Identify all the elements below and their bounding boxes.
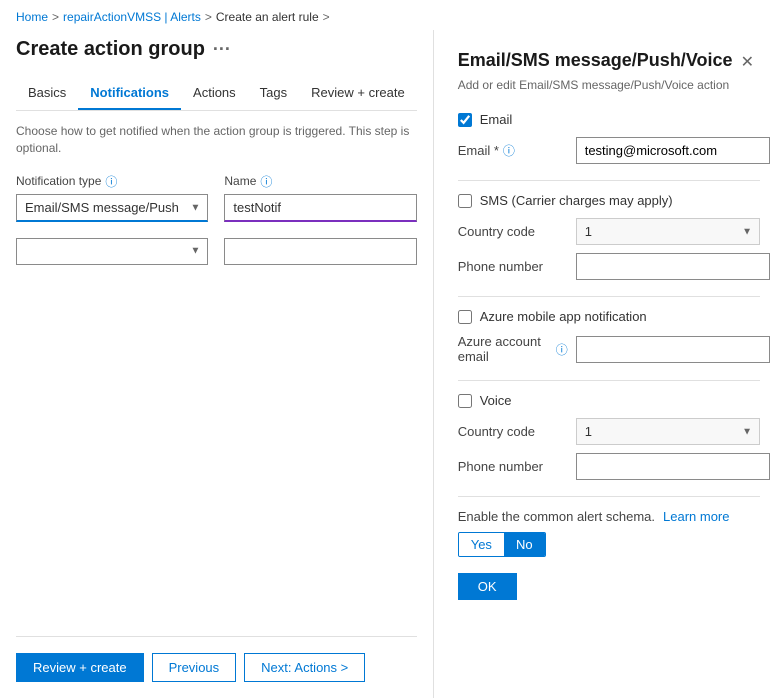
dialog-subtitle: Add or edit Email/SMS message/Push/Voice… (458, 78, 760, 92)
schema-yes-button[interactable]: Yes (459, 533, 504, 556)
second-select-col: ▼ (16, 238, 208, 265)
sms-country-select-wrapper: 1 ▼ (576, 218, 760, 245)
close-button[interactable]: ✕ (735, 50, 760, 74)
schema-no-button[interactable]: No (504, 533, 545, 556)
tab-basics[interactable]: Basics (16, 77, 78, 110)
breadcrumb-sep-3: > (323, 10, 330, 24)
azure-email-info-icon[interactable]: ⓘ (556, 341, 568, 358)
second-select-wrapper: ▼ (16, 238, 208, 265)
voice-country-label: Country code (458, 424, 568, 439)
schema-toggle-group: Yes No (458, 532, 546, 557)
breadcrumb-home[interactable]: Home (16, 10, 48, 24)
sms-checkbox[interactable] (458, 194, 472, 208)
breadcrumb-alerts[interactable]: repairActionVMSS | Alerts (63, 10, 201, 24)
breadcrumb-sep-2: > (205, 10, 212, 24)
azure-email-row: Azure account email ⓘ (458, 334, 760, 364)
tab-notifications[interactable]: Notifications (78, 77, 181, 110)
tab-actions[interactable]: Actions (181, 77, 248, 110)
email-field-row: Email * ⓘ (458, 137, 760, 164)
schema-toggle-row: Enable the common alert schema. Learn mo… (458, 509, 760, 524)
review-create-button[interactable]: Review + create (16, 653, 144, 682)
second-select[interactable] (16, 238, 208, 265)
sms-section: SMS (Carrier charges may apply) Country … (458, 193, 760, 280)
next-actions-button[interactable]: Next: Actions > (244, 653, 365, 682)
voice-phone-input[interactable] (576, 453, 770, 480)
divider-1 (458, 180, 760, 181)
voice-section: Voice Country code 1 ▼ Phone number (458, 393, 760, 480)
schema-toggle-buttons: Yes No (458, 532, 760, 557)
more-options-icon[interactable]: ··· (213, 39, 231, 60)
dialog-panel: Email/SMS message/Push/Voice ✕ Add or ed… (434, 30, 784, 698)
voice-phone-row: Phone number (458, 453, 760, 480)
sms-phone-label: Phone number (458, 259, 568, 274)
tab-tags[interactable]: Tags (248, 77, 299, 110)
voice-country-select[interactable]: 1 (576, 418, 760, 445)
page-title: Create action group ··· (16, 30, 417, 65)
voice-checkbox-label: Voice (480, 393, 512, 408)
email-checkbox[interactable] (458, 113, 472, 127)
divider-3 (458, 380, 760, 381)
azure-app-section: Azure mobile app notification Azure acco… (458, 309, 760, 364)
schema-label: Enable the common alert schema. (458, 509, 655, 524)
voice-country-select-wrapper: 1 ▼ (576, 418, 760, 445)
previous-button[interactable]: Previous (152, 653, 237, 682)
sms-country-label: Country code (458, 224, 568, 239)
name-info-icon[interactable]: ⓘ (260, 173, 272, 190)
sms-checkbox-label: SMS (Carrier charges may apply) (480, 193, 673, 208)
notification-type-label: Notification type ⓘ (16, 173, 208, 190)
name-input[interactable] (224, 194, 416, 222)
name-label: Name ⓘ (224, 173, 416, 190)
notification-type-col: Notification type ⓘ Email/SMS message/Pu… (16, 173, 208, 222)
dialog-title: Email/SMS message/Push/Voice (458, 50, 733, 71)
notification-type-info-icon[interactable]: ⓘ (105, 173, 117, 190)
bottom-buttons: Review + create Previous Next: Actions > (16, 636, 417, 698)
tab-description: Choose how to get notified when the acti… (16, 123, 417, 157)
voice-checkbox[interactable] (458, 394, 472, 408)
voice-checkbox-row: Voice (458, 393, 760, 408)
email-section: Email Email * ⓘ (458, 112, 760, 164)
sms-phone-row: Phone number (458, 253, 760, 280)
voice-phone-label: Phone number (458, 459, 568, 474)
azure-email-input[interactable] (576, 336, 770, 363)
azure-email-label: Azure account email ⓘ (458, 334, 568, 364)
form-row-main: Notification type ⓘ Email/SMS message/Pu… (16, 173, 417, 222)
sms-country-row: Country code 1 ▼ (458, 218, 760, 245)
second-input-col (224, 238, 416, 265)
sms-checkbox-row: SMS (Carrier charges may apply) (458, 193, 760, 208)
schema-learn-more-link[interactable]: Learn more (663, 509, 729, 524)
sms-country-select[interactable]: 1 (576, 218, 760, 245)
email-info-icon[interactable]: ⓘ (503, 142, 515, 159)
second-form-row: ▼ (16, 238, 417, 265)
azure-app-checkbox-label: Azure mobile app notification (480, 309, 647, 324)
dialog-header: Email/SMS message/Push/Voice ✕ (458, 50, 760, 74)
breadcrumb: Home > repairActionVMSS | Alerts > Creat… (0, 0, 784, 30)
sms-phone-input[interactable] (576, 253, 770, 280)
second-name-input[interactable] (224, 238, 416, 265)
tab-review-create[interactable]: Review + create (299, 77, 417, 110)
email-checkbox-label: Email (480, 112, 513, 127)
breadcrumb-sep-1: > (52, 10, 59, 24)
notification-type-select[interactable]: Email/SMS message/Push/Voice (16, 194, 208, 222)
email-checkbox-row: Email (458, 112, 760, 127)
email-field-label: Email * ⓘ (458, 142, 568, 159)
divider-4 (458, 496, 760, 497)
ok-button[interactable]: OK (458, 573, 517, 600)
tab-bar: Basics Notifications Actions Tags Review… (16, 77, 417, 111)
voice-country-row: Country code 1 ▼ (458, 418, 760, 445)
name-col: Name ⓘ (224, 173, 416, 222)
breadcrumb-current: Create an alert rule (216, 10, 319, 24)
notification-type-select-wrapper: Email/SMS message/Push/Voice ▼ (16, 194, 208, 222)
email-input[interactable] (576, 137, 770, 164)
azure-app-checkbox[interactable] (458, 310, 472, 324)
azure-app-checkbox-row: Azure mobile app notification (458, 309, 760, 324)
divider-2 (458, 296, 760, 297)
